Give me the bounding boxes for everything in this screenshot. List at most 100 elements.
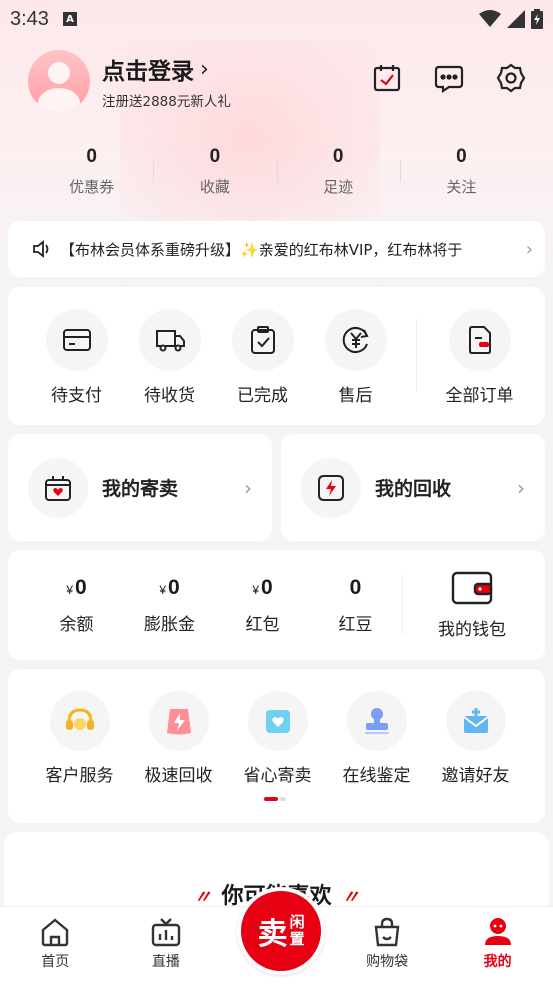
currency-symbol: ¥ — [159, 582, 166, 597]
clipboard-check-icon — [231, 309, 294, 371]
wallet-value: ¥0 — [30, 576, 123, 600]
service-label: 极速回收 — [144, 766, 213, 786]
sell-sublabel-2: 置 — [289, 930, 305, 948]
tab-live[interactable]: 直播 — [111, 907, 222, 984]
login-link[interactable]: 点击登录 › — [102, 52, 231, 86]
home-icon — [42, 918, 69, 947]
wallet-value: ¥0 — [216, 576, 309, 600]
tab-sell[interactable]: 卖 闲 置 — [221, 887, 332, 984]
avatar[interactable] — [28, 50, 90, 112]
sparkle-icon: ✨ — [240, 240, 259, 259]
service-label: 邀请好友 — [441, 766, 510, 786]
stat-coupons[interactable]: 0 优惠券 — [30, 146, 153, 197]
status-indicators — [479, 9, 543, 29]
order-label: 全部订单 — [445, 386, 514, 406]
order-completed[interactable]: 已完成 — [216, 309, 309, 406]
card-icon — [45, 309, 108, 371]
service-label: 客户服务 — [45, 766, 114, 786]
profile-icon — [484, 918, 511, 945]
lightning-icon — [148, 691, 209, 751]
stamp-icon — [346, 691, 407, 751]
notice-text-a: 【布林会员体系重磅升级】 — [60, 240, 241, 259]
wallet-value: 0 — [309, 576, 402, 600]
title-decoration-icon: 〃 — [193, 887, 212, 908]
heart-bag-icon — [28, 457, 88, 518]
page-dot-active — [264, 797, 278, 801]
page-indicator — [264, 797, 286, 801]
order-label: 待支付 — [51, 386, 102, 406]
stat-label: 优惠券 — [69, 178, 115, 196]
wallet-label: 膨胀金 — [144, 614, 195, 635]
order-label: 已完成 — [237, 386, 288, 406]
profile-text: 点击登录 › 注册送2888元新人礼 — [102, 52, 231, 111]
my-recycle-card[interactable]: 我的回收 › — [281, 434, 545, 541]
my-consignment-card[interactable]: 我的寄卖 › — [8, 434, 272, 541]
stat-label: 足迹 — [323, 178, 354, 196]
notice-banner[interactable]: 【布林会员体系重磅升级】✨亲爱的红布林VIP，红布林将于 › — [8, 221, 545, 277]
order-pending-delivery[interactable]: 待收货 — [123, 309, 216, 406]
bottom-tab-bar: 首页 直播 卖 闲 置 购物袋 我的 — [0, 887, 553, 984]
chevron-right-icon: › — [200, 56, 209, 82]
login-profile[interactable]: 点击登录 › 注册送2888元新人礼 — [28, 50, 231, 112]
heart-bag-icon — [247, 691, 308, 751]
wallet-label: 余额 — [59, 614, 94, 635]
service-label: 在线鉴定 — [342, 766, 411, 786]
battery-icon — [531, 9, 543, 29]
service-express-recycle[interactable]: 极速回收 — [129, 691, 228, 786]
wallet-balance[interactable]: ¥0 余额 — [30, 576, 123, 635]
tab-home[interactable]: 首页 — [0, 907, 111, 984]
sell-label: 卖 — [257, 917, 288, 952]
stat-history[interactable]: 0 足迹 — [276, 146, 400, 197]
wallet-amount: 0 — [261, 575, 273, 599]
stat-value: 0 — [332, 146, 344, 167]
wallet-red-beans[interactable]: 0 红豆 — [309, 576, 402, 635]
sell-sublabel: 闲 置 — [290, 914, 305, 948]
service-customer-support[interactable]: 客户服务 — [30, 691, 129, 786]
status-notification-icon: A — [62, 12, 77, 26]
service-online-appraisal[interactable]: 在线鉴定 — [327, 691, 426, 786]
wallet-red-packet[interactable]: ¥0 红包 — [216, 576, 309, 635]
divider — [416, 319, 417, 391]
my-consignment-title: 我的寄卖 — [102, 478, 179, 500]
message-icon[interactable] — [433, 62, 465, 94]
sell-button[interactable]: 卖 闲 置 — [237, 887, 326, 975]
wallet-label: 红包 — [245, 614, 280, 635]
wallet-value: ¥0 — [123, 576, 216, 600]
notice-text: 【布林会员体系重磅升级】✨亲爱的红布林VIP，红布林将于 — [60, 239, 520, 260]
wallet-bonus[interactable]: ¥0 膨胀金 — [123, 576, 216, 635]
order-label: 售后 — [338, 386, 373, 406]
settings-icon[interactable] — [495, 62, 527, 94]
orders-card: 待支付 待收货 已完成 售后 全部订单 — [8, 287, 545, 425]
service-label: 省心寄卖 — [243, 766, 312, 786]
service-invite-friends[interactable]: 邀请好友 — [426, 691, 525, 786]
wallet-amount: 0 — [168, 575, 180, 599]
title-decoration-icon: 〃 — [341, 887, 360, 908]
tab-label: 购物袋 — [366, 954, 409, 970]
order-after-sales[interactable]: 售后 — [309, 309, 402, 406]
stat-value: 0 — [456, 146, 467, 167]
stat-favorites[interactable]: 0 收藏 — [153, 146, 276, 197]
tab-label: 首页 — [41, 954, 70, 970]
service-easy-consign[interactable]: 省心寄卖 — [228, 691, 327, 786]
order-pending-payment[interactable]: 待支付 — [30, 309, 123, 406]
notice-text-b: 亲爱的红布林VIP，红布林将于 — [258, 240, 463, 259]
wallet-amount: 0 — [75, 575, 87, 599]
avatar-body — [38, 88, 80, 112]
stat-label: 收藏 — [199, 178, 230, 196]
wallet-amount: 0 — [349, 575, 362, 599]
tab-mine[interactable]: 我的 — [442, 907, 553, 984]
signal-icon — [507, 10, 525, 28]
stat-following[interactable]: 0 关注 — [399, 146, 523, 197]
profile-stats: 0 优惠券 0 收藏 0 足迹 0 关注 — [30, 146, 523, 197]
live-tv-icon — [151, 918, 181, 947]
services-card: 客户服务 极速回收 省心寄卖 在线鉴定 邀请好友 — [8, 669, 545, 823]
my-wallet[interactable]: 我的钱包 — [417, 571, 527, 640]
order-all[interactable]: 全部订单 — [433, 309, 526, 406]
chevron-right-icon: › — [517, 475, 525, 500]
order-label: 待收货 — [144, 386, 195, 406]
checkin-calendar-icon[interactable] — [371, 62, 403, 94]
speaker-icon — [33, 240, 49, 258]
recycle-lightning-icon — [301, 457, 361, 518]
tab-shopping-bag[interactable]: 购物袋 — [332, 907, 443, 984]
status-time: 3:43 — [10, 7, 49, 30]
